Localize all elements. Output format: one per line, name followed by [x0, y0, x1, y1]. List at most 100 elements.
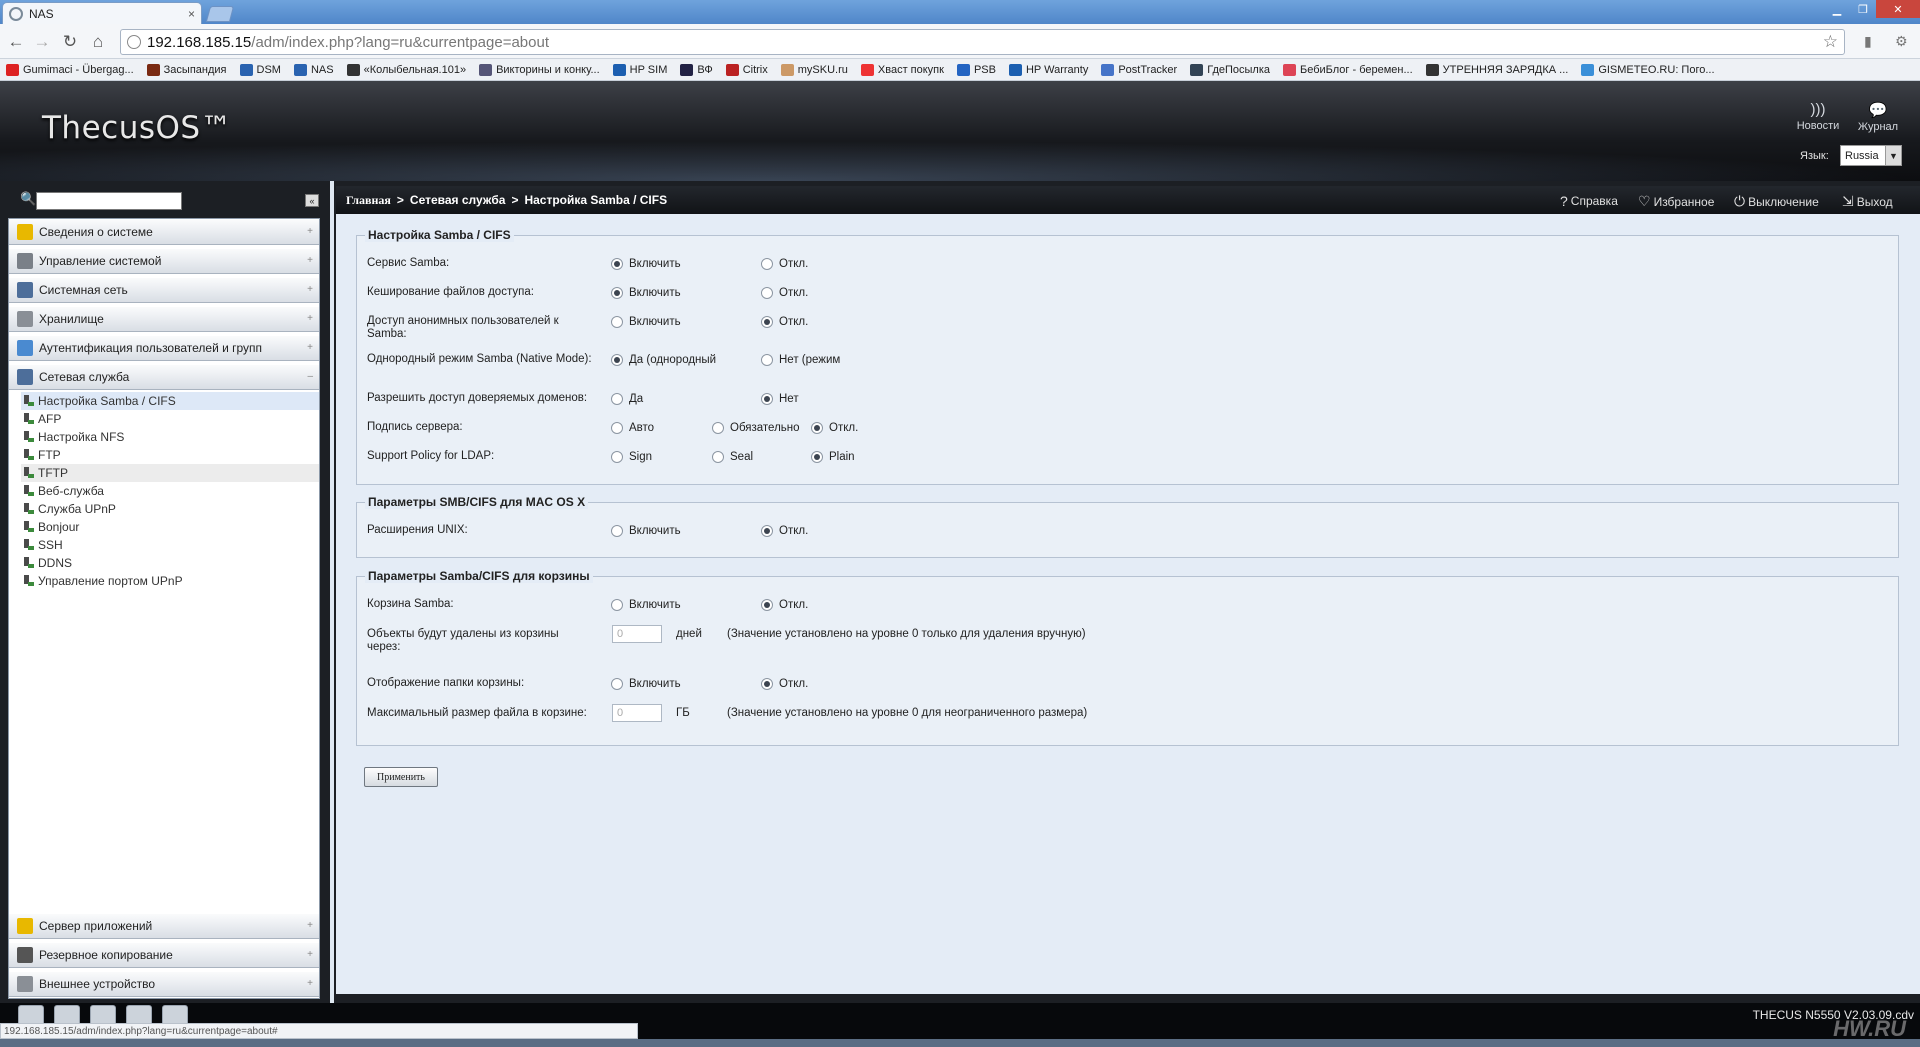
- menu-group[interactable]: Управление системой +: [9, 248, 319, 274]
- chevron-down-icon[interactable]: ▼: [1885, 146, 1901, 165]
- page-info-icon[interactable]: [127, 35, 141, 49]
- bookmark-item[interactable]: GISMETEO.RU: Пого...: [1581, 63, 1715, 76]
- menu-group[interactable]: Хранилище +: [9, 306, 319, 332]
- menu-search-input[interactable]: [36, 192, 182, 210]
- restore-icon[interactable]: ❐: [1850, 0, 1876, 18]
- wrench-icon[interactable]: ⚙: [1895, 33, 1908, 50]
- sidebar-subitem[interactable]: Веб-служба: [21, 482, 319, 500]
- forward-icon[interactable]: →: [32, 32, 52, 52]
- bookmark-item[interactable]: ГдеПосылка: [1190, 63, 1270, 76]
- menu-group[interactable]: Сервер приложений +: [9, 913, 319, 939]
- menu-group[interactable]: Сведения о системе +: [9, 219, 319, 245]
- minimize-icon[interactable]: ▁: [1824, 0, 1850, 18]
- unix-extensions-disable[interactable]: Откл.: [761, 525, 808, 537]
- collapse-icon[interactable]: –: [307, 371, 313, 382]
- sidebar-subitem[interactable]: FTP: [21, 446, 319, 464]
- samba-service-disable[interactable]: Откл.: [761, 258, 808, 270]
- help-link[interactable]: ? Справка: [1560, 193, 1618, 209]
- collapse-sidebar-icon[interactable]: «: [305, 194, 319, 207]
- tab-close-icon[interactable]: ×: [188, 7, 195, 21]
- language-select[interactable]: Russia ▼: [1840, 145, 1902, 166]
- home-icon[interactable]: ⌂: [88, 32, 108, 52]
- file-cache-enable[interactable]: Включить: [611, 287, 681, 299]
- signal-icon[interactable]: ▮: [1864, 33, 1872, 50]
- bookmark-item[interactable]: ВФ: [680, 63, 713, 76]
- back-icon[interactable]: ←: [6, 32, 26, 52]
- sidebar-subitem[interactable]: TFTP: [21, 464, 319, 482]
- bookmark-item[interactable]: «Колыбельная.101»: [346, 63, 466, 76]
- apply-button[interactable]: Применить: [364, 767, 438, 787]
- expand-icon[interactable]: +: [307, 226, 313, 237]
- bookmark-item[interactable]: Хваст покупк: [860, 63, 944, 76]
- shutdown-link[interactable]: ⏻ Выключение: [1734, 193, 1819, 210]
- sidebar-subitem[interactable]: Управление портом UPnP: [21, 572, 319, 590]
- show-recycle-folder-enable[interactable]: Включить: [611, 678, 681, 690]
- sidebar-subitem[interactable]: Настройка NFS: [21, 428, 319, 446]
- expand-icon[interactable]: +: [307, 342, 313, 353]
- server-signing-auto[interactable]: Авто: [611, 422, 654, 434]
- expand-icon[interactable]: +: [307, 920, 313, 931]
- bookmark-item[interactable]: PSB: [956, 63, 996, 76]
- address-bar[interactable]: 192.168.185.15/adm/index.php?lang=ru&cur…: [120, 29, 1845, 55]
- show-recycle-folder-disable[interactable]: Откл.: [761, 678, 808, 690]
- file-cache-disable[interactable]: Откл.: [761, 287, 808, 299]
- window-close-icon[interactable]: ✕: [1876, 0, 1920, 18]
- expand-icon[interactable]: +: [307, 978, 313, 989]
- samba-service-enable[interactable]: Включить: [611, 258, 681, 270]
- trusted-domains-no[interactable]: Нет: [761, 393, 799, 405]
- bookmark-item[interactable]: Citrix: [725, 63, 768, 76]
- expand-icon[interactable]: +: [307, 313, 313, 324]
- url-host: 192.168.185.15: [147, 33, 252, 51]
- sidebar-subitem[interactable]: DDNS: [21, 554, 319, 572]
- ldap-policy-plain[interactable]: Plain: [811, 451, 855, 463]
- logout-link[interactable]: ⇲ Выход: [1842, 193, 1893, 210]
- server-signing-disable[interactable]: Откл.: [811, 422, 858, 434]
- bookmark-item[interactable]: БебиБлог - беремен...: [1283, 63, 1413, 76]
- bookmark-item[interactable]: Gumimaci - Übergag...: [6, 63, 134, 76]
- sidebar-subitem[interactable]: Настройка Samba / CIFS: [21, 392, 319, 410]
- expand-icon[interactable]: +: [307, 949, 313, 960]
- native-mode-yes[interactable]: Да (однородный: [611, 354, 716, 366]
- favorites-link[interactable]: ♡ Избранное: [1638, 193, 1714, 210]
- expand-icon[interactable]: +: [307, 255, 313, 266]
- recycle-bin-enable[interactable]: Включить: [611, 599, 681, 611]
- sidebar-subitem[interactable]: Служба UPnP: [21, 500, 319, 518]
- sidebar-subitem[interactable]: AFP: [21, 410, 319, 428]
- log-link[interactable]: 💬 Журнал: [1852, 101, 1904, 133]
- menu-group[interactable]: Аутентификация пользователей и групп +: [9, 335, 319, 361]
- sidebar-subitem[interactable]: Bonjour: [21, 518, 319, 536]
- bookmark-item[interactable]: УТРЕННЯЯ ЗАРЯДКА ...: [1425, 63, 1568, 76]
- bookmark-item[interactable]: HP SIM: [612, 63, 667, 76]
- sidebar-subitem[interactable]: SSH: [21, 536, 319, 554]
- bookmark-item[interactable]: NAS: [293, 63, 334, 76]
- ldap-policy-seal[interactable]: Seal: [712, 451, 753, 463]
- reload-icon[interactable]: ↻: [60, 32, 80, 52]
- server-signing-mandatory[interactable]: Обязательно: [712, 422, 800, 434]
- native-mode-no[interactable]: Нет (режим: [761, 354, 840, 366]
- anonymous-access-enable[interactable]: Включить: [611, 316, 681, 328]
- bookmark-item[interactable]: Викторины и конку...: [479, 63, 600, 76]
- anonymous-access-disable[interactable]: Откл.: [761, 316, 808, 328]
- bookmark-item[interactable]: Засыпандия: [146, 63, 227, 76]
- bookmark-item[interactable]: DSM: [239, 63, 281, 76]
- new-tab-button[interactable]: [205, 6, 235, 22]
- breadcrumb-home[interactable]: Главная: [346, 193, 391, 208]
- menu-group[interactable]: Резервное копирование +: [9, 942, 319, 968]
- max-file-size-input[interactable]: 0: [612, 704, 662, 722]
- bookmark-item[interactable]: HP Warranty: [1008, 63, 1088, 76]
- browser-tab[interactable]: NAS ×: [2, 2, 202, 24]
- news-link[interactable]: ))) Новости: [1792, 101, 1844, 132]
- unix-extensions-enable[interactable]: Включить: [611, 525, 681, 537]
- recycle-bin-disable[interactable]: Откл.: [761, 599, 808, 611]
- bookmark-star-icon[interactable]: ☆: [1823, 32, 1838, 52]
- ldap-policy-sign[interactable]: Sign: [611, 451, 652, 463]
- menu-group[interactable]: Системная сеть +: [9, 277, 319, 303]
- menu-group[interactable]: Внешнее устройство +: [9, 971, 319, 997]
- bookmark-item[interactable]: PostTracker: [1101, 63, 1177, 76]
- menu-group[interactable]: Сетевая служба –: [9, 364, 319, 390]
- bookmark-item[interactable]: mySKU.ru: [780, 63, 848, 76]
- breadcrumb-section: Сетевая служба: [409, 193, 506, 207]
- delete-after-days-input[interactable]: 0: [612, 625, 662, 643]
- expand-icon[interactable]: +: [307, 284, 313, 295]
- trusted-domains-yes[interactable]: Да: [611, 393, 643, 405]
